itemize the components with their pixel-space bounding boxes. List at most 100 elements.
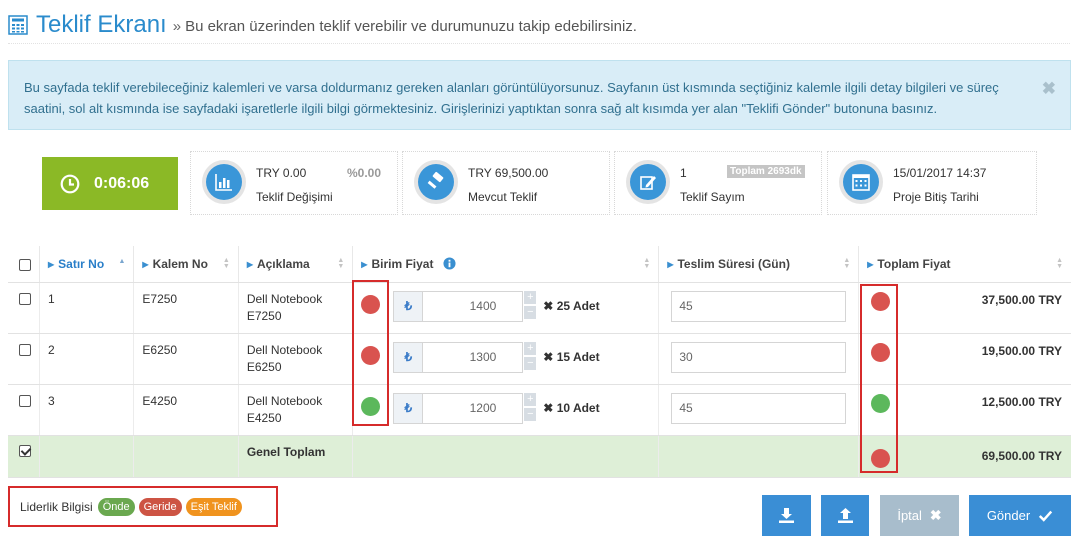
quantity-label: ✖ 10 Adet: [543, 401, 600, 415]
currency-addon: ₺: [393, 392, 424, 424]
leadership-legend: Liderlik Bilgisi Önde Geride Eşit Teklif: [8, 486, 278, 527]
unit-price-cell: ₺ 1400 + − ✖ 25 Adet: [352, 282, 659, 334]
row-total-value: 12,500.00 TRY: [981, 394, 1062, 409]
legend-behind-badge: Geride: [138, 497, 182, 516]
gavel-icon: [427, 171, 444, 189]
unit-price-cell: ₺ 1200 + − ✖ 10 Adet: [352, 384, 659, 436]
page-header: Teklif Ekranı » Bu ekran üzerinden tekli…: [8, 6, 1070, 44]
increment-button[interactable]: +: [524, 393, 537, 406]
decrement-button[interactable]: −: [524, 306, 537, 319]
row-checkbox[interactable]: [19, 395, 31, 408]
upload-icon: [837, 508, 853, 523]
decrement-button[interactable]: −: [524, 408, 537, 421]
send-button[interactable]: Gönder: [969, 495, 1071, 536]
download-button[interactable]: [762, 495, 811, 536]
highlight-box-total-status: [860, 284, 898, 473]
stat-value: TRY 69,500.00: [468, 166, 549, 180]
row-checkbox[interactable]: [19, 293, 31, 306]
stat-current-bid: TRY 69,500.00 Mevcut Teklif: [402, 151, 610, 215]
stat-label: Mevcut Teklif: [468, 190, 538, 204]
stat-bid-change: TRY 0.00 %0.00 Teklif Değişimi: [190, 151, 398, 215]
stat-value: TRY 0.00: [256, 166, 307, 180]
stat-label: Teklif Sayım: [680, 190, 745, 204]
column-header-total-price[interactable]: ▶ Toplam Fiyat ▲ ▼: [858, 246, 1071, 283]
edit-icon: [640, 176, 656, 190]
cancel-button[interactable]: İptal ✖: [880, 495, 959, 536]
grand-total-value: 69,500.00 TRY: [981, 448, 1062, 463]
description-cell: Dell Notebook E4250: [237, 384, 353, 436]
info-icon[interactable]: [443, 257, 456, 270]
table-row: 1 E7250 Dell Notebook E7250 ₺ 1400 + − ✖ 2…: [8, 282, 1071, 334]
item-no-cell: E6250: [133, 333, 239, 385]
highlight-box-unit-price-status: [352, 280, 389, 426]
legend-ahead-badge: Önde: [97, 497, 135, 516]
increment-button[interactable]: +: [524, 291, 537, 304]
quantity-label: ✖ 25 Adet: [543, 299, 600, 313]
info-alert-text: Bu sayfada teklif verebileceğiniz kaleml…: [24, 80, 999, 116]
quantity-label: ✖ 15 Adet: [543, 350, 600, 364]
timer-value: 0:06:06: [94, 174, 150, 192]
column-header-item-no[interactable]: ▶ Kalem No ▲ ▼: [133, 246, 239, 283]
row-no-cell: 3: [38, 384, 134, 436]
grand-total-checkbox[interactable]: [19, 445, 31, 458]
unit-price-cell: ₺ 1300 + − ✖ 15 Adet: [352, 333, 659, 385]
bid-items-table: ▶ Satır No ▲ ▶ Kalem No ▲ ▼ ▶ Açıklama ▲ ▼ ▶ Biri…: [8, 246, 1071, 478]
select-all-cell: [8, 246, 40, 283]
clock-icon: [60, 174, 80, 193]
countdown-timer: 0:06:06: [42, 157, 178, 210]
row-checkbox[interactable]: [19, 344, 31, 357]
table-row: 2 E6250 Dell Notebook E6250 ₺ 1300 + − ✖ 1…: [8, 333, 1071, 385]
stat-total-duration: Toplam 2693dk: [727, 165, 805, 178]
delivery-days-input[interactable]: 30: [671, 341, 847, 373]
item-no-cell: E4250: [133, 384, 239, 436]
delivery-cell: 45: [658, 384, 859, 436]
download-icon: [779, 508, 794, 523]
page-title: Teklif Ekranı: [36, 10, 167, 38]
currency-addon: ₺: [393, 290, 424, 322]
title-separator: »: [172, 18, 182, 35]
row-no-cell: 1: [38, 282, 134, 334]
delivery-days-input[interactable]: 45: [671, 290, 847, 322]
increment-button[interactable]: +: [524, 342, 537, 355]
stat-value: 15/01/2017 14:37: [893, 166, 987, 180]
stat-project-end: 15/01/2017 14:37 Proje Bitiş Tarihi: [827, 151, 1037, 215]
legend-equal-badge: Eşit Teklif: [185, 497, 242, 516]
grand-total-label: Genel Toplam: [237, 435, 353, 478]
column-header-row-no[interactable]: ▶ Satır No ▲: [38, 246, 134, 283]
stat-percent: %0.00: [347, 166, 382, 180]
stat-value: 1: [680, 166, 687, 180]
row-total-value: 37,500.00 TRY: [981, 292, 1062, 307]
grand-total-row: Genel Toplam 69,500.00 TRY: [8, 435, 1071, 478]
calendar-icon: [852, 174, 870, 191]
stat-label: Teklif Değişimi: [256, 190, 333, 204]
page-subtitle: Bu ekran üzerinden teklif verebilir ve d…: [185, 18, 637, 35]
unit-price-input[interactable]: 1200: [423, 392, 524, 424]
column-header-unit-price[interactable]: ▶ Birim Fiyat ▲ ▼: [352, 246, 659, 283]
legend-label: Liderlik Bilgisi: [20, 499, 93, 514]
stat-label: Proje Bitiş Tarihi: [893, 190, 979, 204]
description-cell: Dell Notebook E7250: [237, 282, 353, 334]
row-no-cell: 2: [38, 333, 134, 385]
item-no-cell: E7250: [133, 282, 239, 334]
close-icon: ✖: [929, 507, 942, 523]
check-icon: [1039, 510, 1053, 522]
delivery-cell: 30: [658, 333, 859, 385]
table-header-row: ▶ Satır No ▲ ▶ Kalem No ▲ ▼ ▶ Açıklama ▲ ▼ ▶ Biri…: [8, 246, 1071, 283]
stat-bid-count: 1 Toplam 2693dk Teklif Sayım: [614, 151, 822, 215]
delivery-cell: 45: [658, 282, 859, 334]
bar-chart-icon: [215, 174, 232, 191]
close-icon[interactable]: ✖: [1042, 78, 1056, 99]
decrement-button[interactable]: −: [524, 357, 537, 370]
unit-price-input[interactable]: 1400: [423, 290, 524, 322]
delivery-days-input[interactable]: 45: [671, 392, 847, 424]
table-row: 3 E4250 Dell Notebook E4250 ₺ 1200 + − ✖ 1…: [8, 384, 1071, 436]
unit-price-input[interactable]: 1300: [423, 341, 524, 373]
description-cell: Dell Notebook E6250: [237, 333, 353, 385]
currency-addon: ₺: [393, 341, 424, 373]
info-alert: Bu sayfada teklif verebileceğiniz kaleml…: [8, 60, 1071, 130]
select-all-checkbox[interactable]: [19, 258, 31, 271]
column-header-description[interactable]: ▶ Açıklama ▲ ▼: [237, 246, 353, 283]
upload-button[interactable]: [821, 495, 869, 536]
column-header-delivery-days[interactable]: ▶ Teslim Süresi (Gün) ▲ ▼: [658, 246, 859, 283]
calculator-icon: [8, 14, 28, 35]
